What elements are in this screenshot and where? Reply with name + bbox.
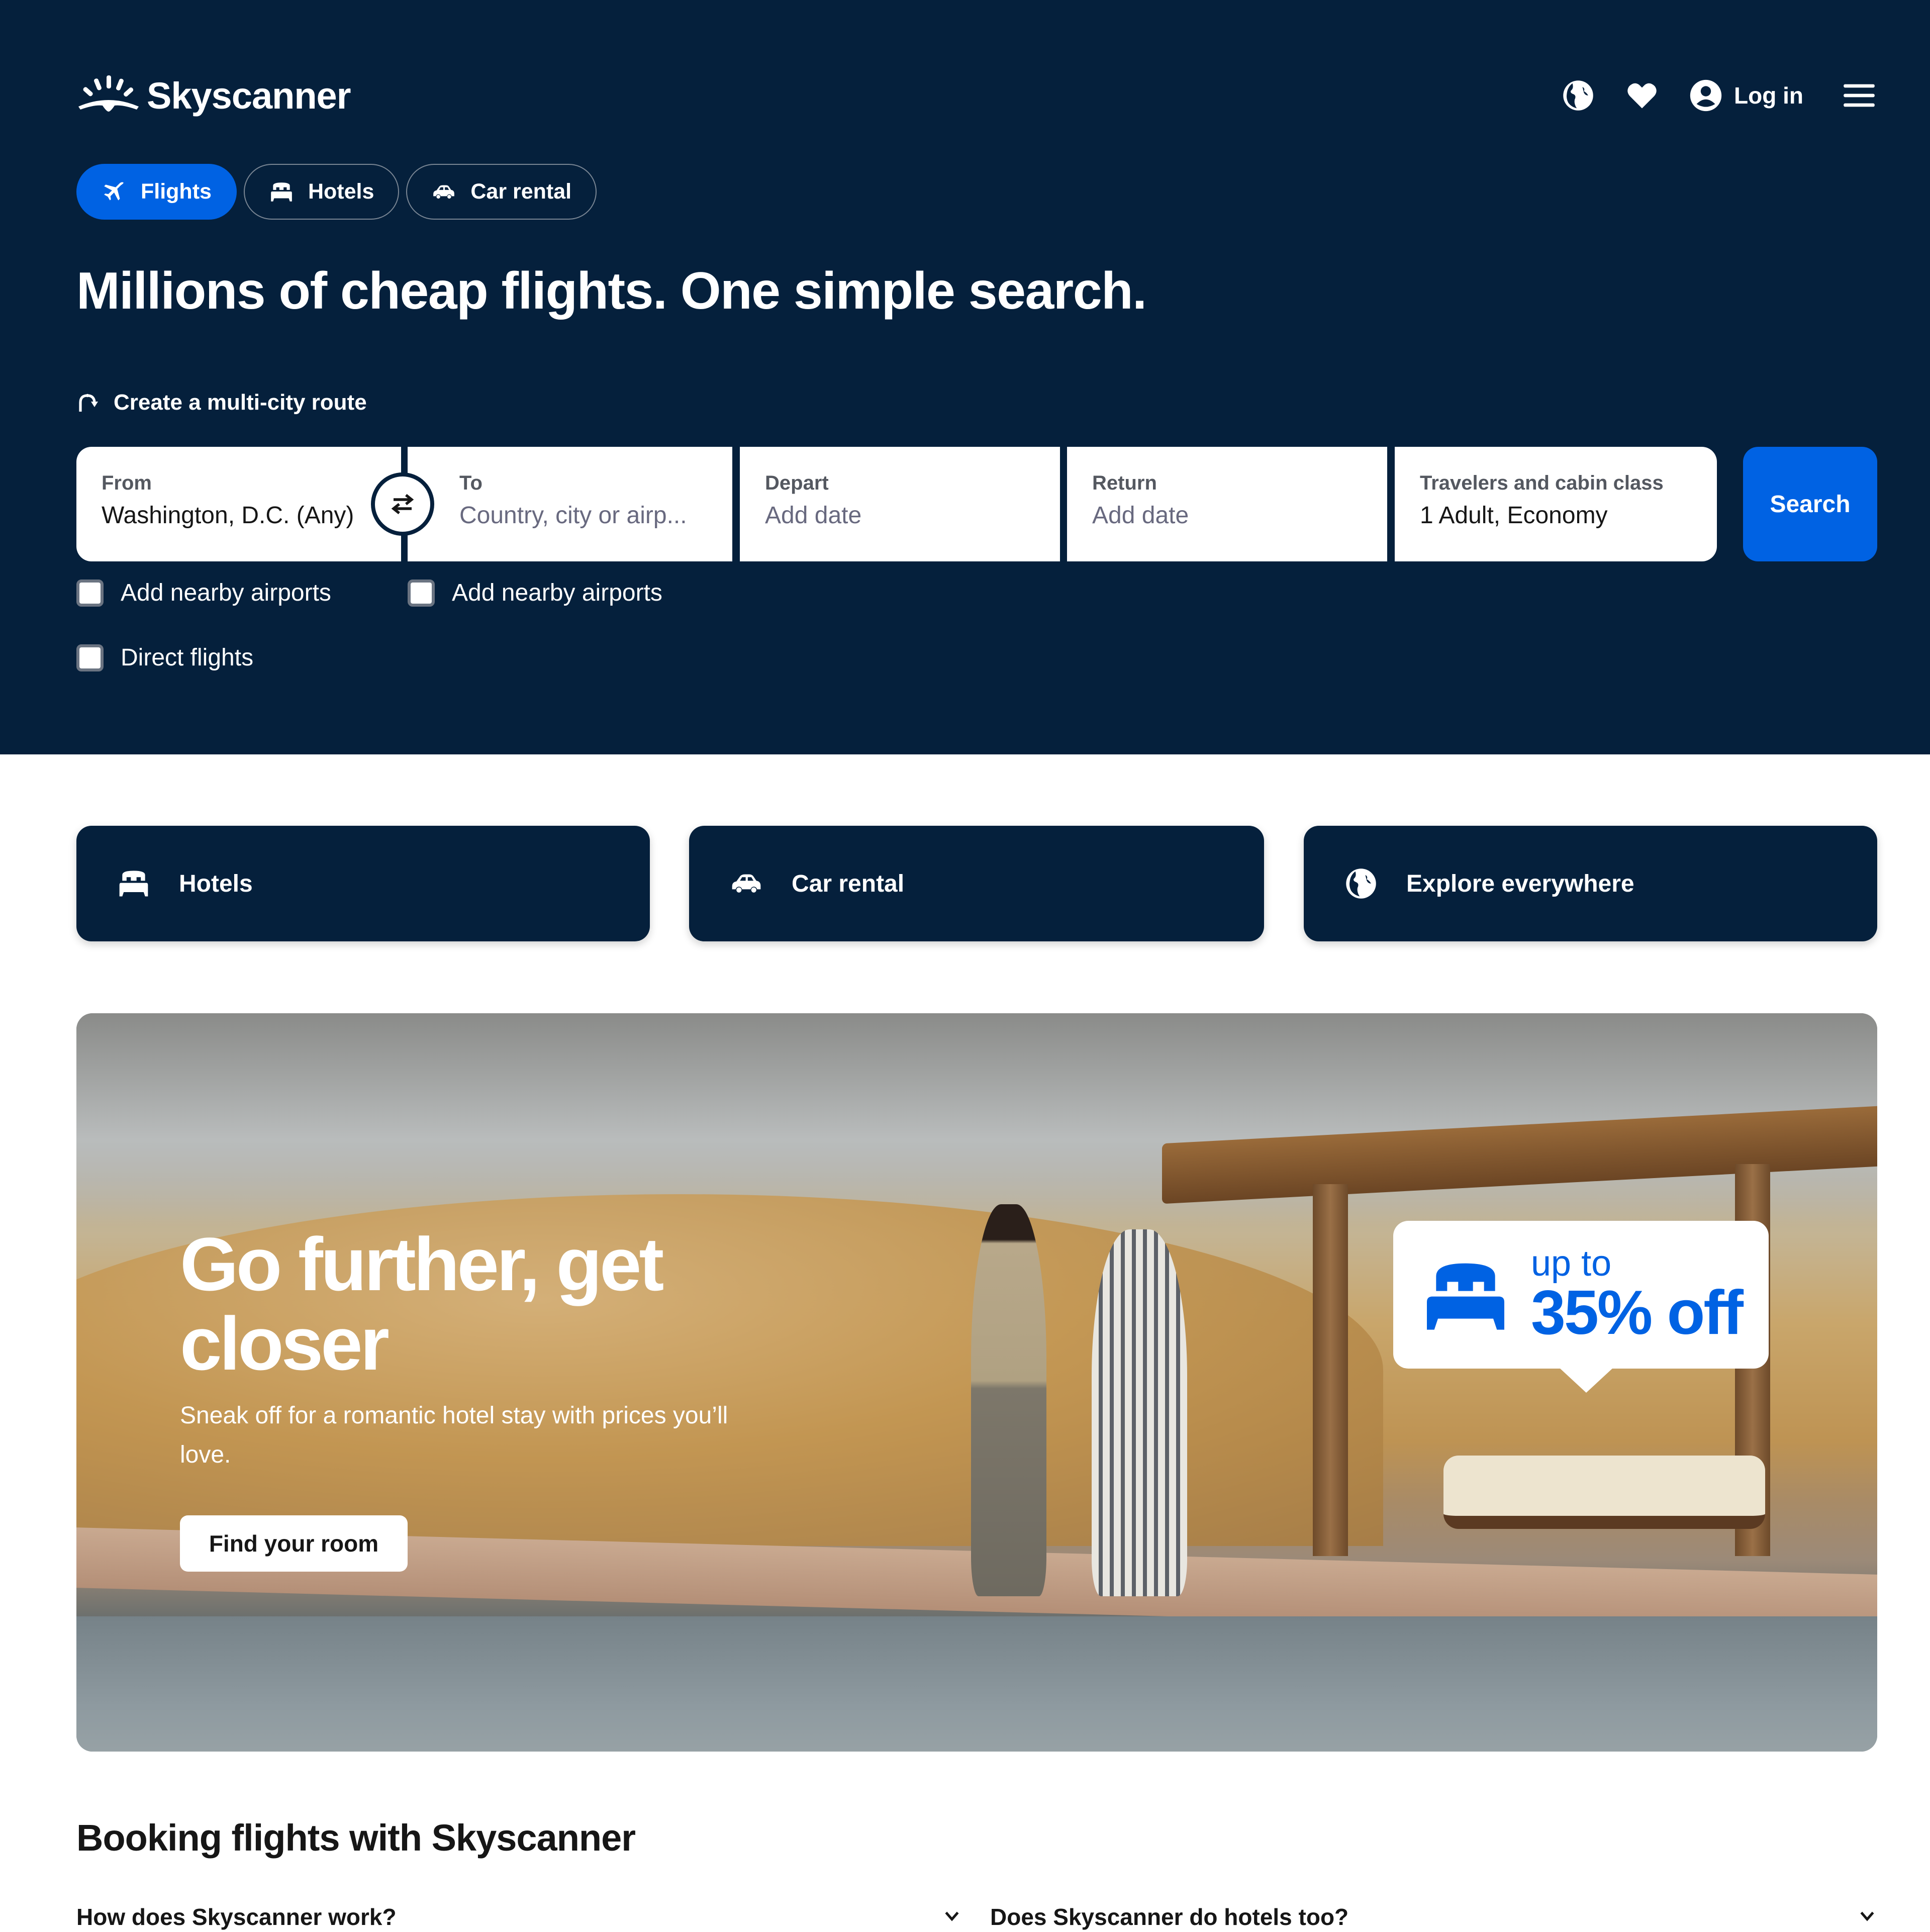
checkbox-box[interactable] xyxy=(408,579,435,607)
return-input[interactable]: Add date xyxy=(1092,502,1387,529)
tab-label: Car rental xyxy=(470,179,572,204)
account-button[interactable] xyxy=(1688,77,1724,114)
promo-photo-person xyxy=(1092,1229,1187,1596)
globe-icon xyxy=(1563,80,1593,111)
faq-item[interactable]: Does Skyscanner do hotels too? xyxy=(990,1902,1877,1932)
globe-icon xyxy=(1346,868,1376,899)
multi-city-link[interactable]: Create a multi-city route xyxy=(76,390,367,415)
swap-arrows-icon xyxy=(391,494,414,515)
heart-icon xyxy=(1627,83,1657,109)
search-button[interactable]: Search xyxy=(1743,447,1877,561)
faq-item[interactable]: How does Skyscanner work? xyxy=(76,1902,961,1932)
login-link[interactable]: Log in xyxy=(1734,82,1803,109)
return-label: Return xyxy=(1092,472,1157,494)
sunrise-logo-icon xyxy=(78,75,139,112)
tab-car-rental[interactable]: Car rental xyxy=(406,164,597,220)
hamburger-menu-icon xyxy=(1844,84,1875,107)
chevron-down-icon xyxy=(945,1911,959,1921)
car-icon xyxy=(433,184,455,199)
promo-photo-person xyxy=(971,1204,1046,1596)
checkbox-label: Add nearby airports xyxy=(452,579,662,606)
page-headline: Millions of cheap flights. One simple se… xyxy=(76,262,1147,320)
card-label: Car rental xyxy=(792,870,905,897)
hotel-promo-banner: Go further, get closer Sneak off for a r… xyxy=(76,1013,1877,1752)
checkbox-box[interactable] xyxy=(76,579,104,607)
return-field[interactable]: Return Add date xyxy=(1067,447,1387,561)
promo-subtitle: Sneak off for a romantic hotel stay with… xyxy=(180,1402,728,1468)
travelers-label: Travelers and cabin class xyxy=(1420,472,1664,494)
brand-name: Skyscanner xyxy=(147,74,351,117)
multi-city-label: Create a multi-city route xyxy=(114,390,367,415)
from-field[interactable]: From Washington, D.C. (Any) xyxy=(76,447,401,561)
to-label: To xyxy=(459,472,482,494)
bed-icon xyxy=(119,871,148,897)
plane-icon xyxy=(104,182,124,201)
card-label: Explore everywhere xyxy=(1406,870,1634,897)
skyscanner-logo[interactable]: Skyscanner xyxy=(76,70,351,121)
promo-title: Go further, get closer xyxy=(180,1222,664,1386)
nearby-airports-destination-checkbox[interactable]: Add nearby airports xyxy=(408,579,662,607)
discount-value: 35% off xyxy=(1531,1278,1744,1347)
from-input[interactable]: Washington, D.C. (Any) xyxy=(102,502,401,529)
card-label: Hotels xyxy=(179,870,253,897)
nearby-airports-origin-checkbox[interactable]: Add nearby airports xyxy=(76,579,331,607)
multi-city-route-icon xyxy=(79,394,98,412)
promo-photo-pool xyxy=(76,1616,1877,1752)
promo-photo-pillar xyxy=(1313,1184,1348,1556)
bed-icon xyxy=(271,182,292,202)
travelers-field[interactable]: Travelers and cabin class 1 Adult, Econo… xyxy=(1395,447,1717,561)
region-settings-button[interactable] xyxy=(1560,77,1596,114)
menu-button[interactable] xyxy=(1841,77,1877,114)
chevron-down-icon xyxy=(1860,1911,1874,1921)
checkbox-label: Direct flights xyxy=(121,644,254,671)
tab-label: Flights xyxy=(141,179,212,204)
depart-label: Depart xyxy=(765,472,829,494)
hotels-card[interactable]: Hotels xyxy=(76,826,650,941)
faq-question: Does Skyscanner do hotels too? xyxy=(990,1904,1349,1930)
to-input[interactable]: Country, city or airp... xyxy=(459,502,732,529)
tab-flights[interactable]: Flights xyxy=(76,164,237,220)
promo-photo-sky xyxy=(76,1013,1877,1224)
direct-flights-checkbox[interactable]: Direct flights xyxy=(76,644,253,671)
product-tabs: Flights Hotels Car rental xyxy=(76,164,597,222)
car-rental-card[interactable]: Car rental xyxy=(689,826,1264,941)
hero-search-section: Skyscanner Log in Flights Hotels Car ren… xyxy=(0,0,1930,754)
account-icon xyxy=(1690,79,1722,112)
discount-prefix: up to xyxy=(1531,1243,1612,1284)
saved-button[interactable] xyxy=(1624,77,1660,114)
car-icon xyxy=(732,874,761,893)
tab-label: Hotels xyxy=(308,179,374,204)
swap-locations-button[interactable] xyxy=(371,472,434,536)
travelers-input[interactable]: 1 Adult, Economy xyxy=(1420,502,1717,529)
discount-text: up to 35% off xyxy=(1531,1243,1744,1347)
to-field[interactable]: To Country, city or airp... xyxy=(408,447,732,561)
discount-badge: up to 35% off xyxy=(1393,1221,1769,1393)
depart-field[interactable]: Depart Add date xyxy=(740,447,1060,561)
bed-icon xyxy=(1427,1263,1504,1330)
depart-input[interactable]: Add date xyxy=(765,502,1060,529)
explore-everywhere-card[interactable]: Explore everywhere xyxy=(1304,826,1877,941)
faq-question: How does Skyscanner work? xyxy=(76,1904,397,1930)
tab-hotels[interactable]: Hotels xyxy=(243,164,400,220)
checkbox-box[interactable] xyxy=(76,644,104,671)
booking-section-title: Booking flights with Skyscanner xyxy=(76,1817,636,1859)
header-actions: Log in xyxy=(1532,73,1877,118)
find-your-room-button[interactable]: Find your room xyxy=(180,1515,408,1572)
checkbox-label: Add nearby airports xyxy=(121,579,331,606)
from-label: From xyxy=(102,472,152,494)
promo-photo-daybed xyxy=(1443,1456,1765,1529)
